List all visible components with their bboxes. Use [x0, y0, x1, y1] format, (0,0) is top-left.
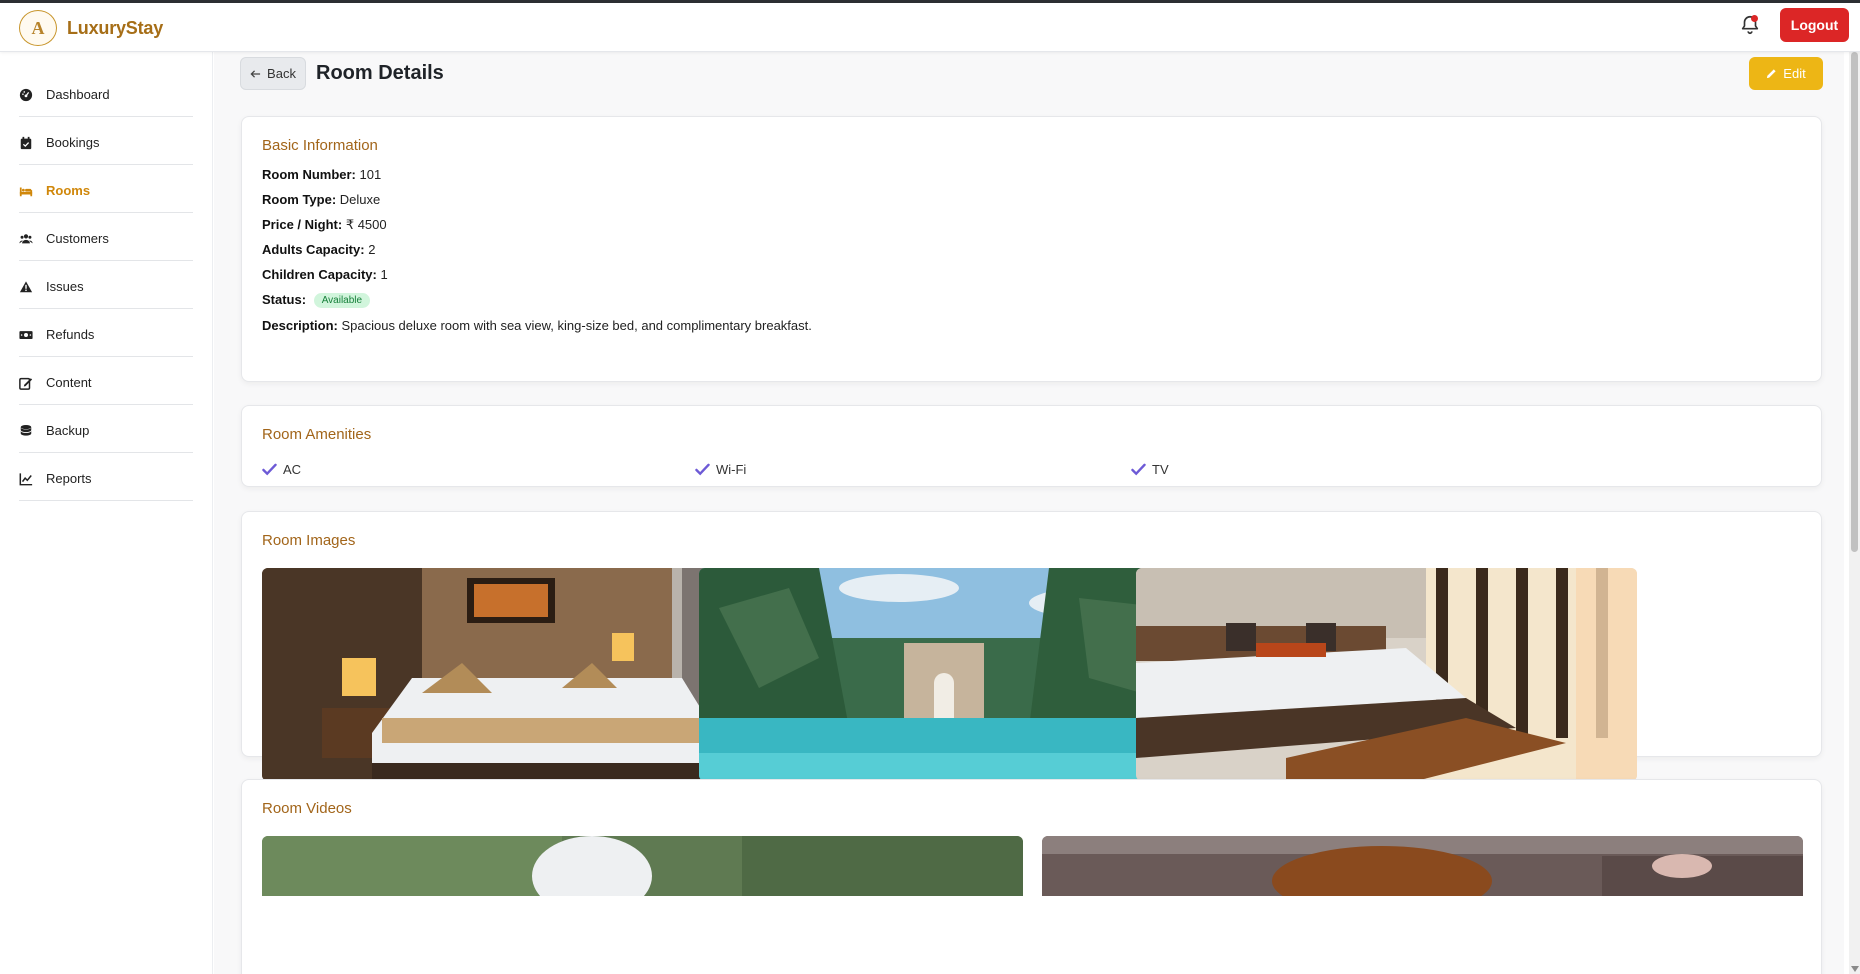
- description-row: Description: Spacious deluxe room with s…: [262, 318, 812, 333]
- sidebar-item-refunds[interactable]: Refunds: [19, 309, 193, 357]
- adults-capacity-value: 2: [368, 242, 376, 257]
- calendar-check-icon: [19, 136, 33, 150]
- edit-button-label: Edit: [1783, 66, 1806, 81]
- warning-triangle-icon: [19, 280, 33, 294]
- sidebar-item-label: Bookings: [46, 135, 100, 150]
- sidebar-item-issues[interactable]: Issues: [19, 261, 193, 309]
- adults-capacity-row: Adults Capacity: 2: [262, 242, 375, 257]
- top-navbar: A LuxuryStay: [0, 3, 1860, 52]
- logout-button[interactable]: Logout: [1780, 8, 1849, 42]
- card-title: Room Amenities: [262, 426, 372, 443]
- sidebar-item-label: Rooms: [46, 183, 91, 198]
- room-number-label: Room Number:: [262, 167, 356, 182]
- status-row: Status: Available: [262, 292, 371, 309]
- edit-button[interactable]: Edit: [1749, 57, 1823, 90]
- sidebar-item-label: Backup: [46, 423, 90, 438]
- sidebar: Dashboard Bookings Rooms Customers Issue…: [0, 52, 213, 974]
- room-video-1[interactable]: [262, 836, 1023, 896]
- card-title: Room Videos: [262, 800, 352, 817]
- amenity-label: AC: [283, 462, 302, 477]
- sidebar-item-backup[interactable]: Backup: [19, 405, 193, 453]
- room-type-row: Room Type: Deluxe: [262, 192, 380, 207]
- dashboard-gauge-icon: [19, 88, 33, 102]
- scroll-down-arrow-icon[interactable]: [1851, 966, 1859, 972]
- checkmark-icon: [262, 463, 277, 476]
- sidebar-item-reports[interactable]: Reports: [19, 453, 193, 501]
- room-type-value: Deluxe: [339, 192, 381, 207]
- basic-information-card: Basic Information Room Number: 101 Room …: [241, 116, 1822, 382]
- sidebar-item-label: Dashboard: [46, 87, 110, 102]
- scrollbar-thumb[interactable]: [1851, 52, 1858, 552]
- children-capacity-value: 1: [380, 267, 388, 282]
- database-icon: [19, 424, 33, 438]
- sidebar-item-dashboard[interactable]: Dashboard: [19, 69, 193, 117]
- sidebar-item-content[interactable]: Content: [19, 357, 193, 405]
- back-button[interactable]: Back: [240, 57, 306, 90]
- amenity-label: TV: [1152, 462, 1169, 477]
- brand-name: LuxuryStay: [67, 17, 164, 38]
- description-label: Description:: [262, 318, 338, 333]
- adults-capacity-label: Adults Capacity:: [262, 242, 365, 257]
- amenity-item: Wi-Fi: [695, 462, 746, 477]
- room-amenities-card: Room Amenities AC Wi-Fi TV: [241, 405, 1822, 487]
- checkmark-icon: [1131, 463, 1146, 476]
- checkmark-icon: [695, 463, 710, 476]
- children-capacity-row: Children Capacity: 1: [262, 267, 388, 282]
- notification-dot: [1751, 15, 1758, 22]
- children-capacity-label: Children Capacity:: [262, 267, 377, 282]
- sidebar-item-label: Content: [46, 375, 92, 390]
- back-button-label: Back: [267, 66, 296, 81]
- description-value: Spacious deluxe room with sea view, king…: [341, 318, 812, 333]
- room-number-value: 101: [359, 167, 382, 182]
- room-type-label: Room Type:: [262, 192, 337, 207]
- arrow-left-icon: [250, 69, 261, 78]
- page-scrollbar[interactable]: [1849, 52, 1860, 974]
- room-image-pool[interactable]: [699, 568, 1200, 781]
- sidebar-item-label: Customers: [46, 231, 109, 246]
- sidebar-item-label: Issues: [46, 279, 84, 294]
- card-title: Room Images: [262, 532, 356, 549]
- status-label: Status:: [262, 292, 307, 307]
- room-videos-card: Room Videos: [241, 779, 1822, 974]
- users-icon: [19, 232, 33, 246]
- sidebar-item-bookings[interactable]: Bookings: [19, 117, 193, 165]
- price-value: ₹ 4500: [345, 217, 387, 232]
- room-image-sunlit-bedroom[interactable]: [1136, 568, 1637, 781]
- main-content: Back Room Details Edit Basic Information…: [214, 52, 1844, 974]
- sidebar-item-label: Reports: [46, 471, 92, 486]
- amenity-item: TV: [1131, 462, 1169, 477]
- amenity-label: Wi-Fi: [716, 462, 747, 477]
- bed-icon: [19, 184, 33, 198]
- price-label: Price / Night:: [262, 217, 343, 232]
- room-number-row: Room Number: 101: [262, 167, 381, 182]
- sidebar-item-customers[interactable]: Customers: [19, 213, 193, 261]
- money-bill-icon: [19, 328, 33, 342]
- room-video-2[interactable]: [1042, 836, 1803, 896]
- brand[interactable]: A LuxuryStay: [19, 10, 163, 46]
- pencil-icon: [1767, 69, 1776, 79]
- brand-logo-icon: A: [19, 10, 57, 46]
- status-badge: Available: [313, 293, 371, 309]
- amenity-item: AC: [262, 462, 301, 477]
- sidebar-item-label: Refunds: [46, 327, 95, 342]
- price-row: Price / Night: ₹ 4500: [262, 217, 387, 233]
- sidebar-item-rooms[interactable]: Rooms: [19, 165, 193, 213]
- room-images-card: Room Images: [241, 511, 1822, 781]
- page-title: Room Details: [316, 62, 444, 84]
- room-image-bedroom[interactable]: [262, 568, 763, 781]
- card-title: Basic Information: [262, 137, 378, 154]
- edit-square-icon: [19, 376, 33, 390]
- line-chart-icon: [19, 472, 33, 486]
